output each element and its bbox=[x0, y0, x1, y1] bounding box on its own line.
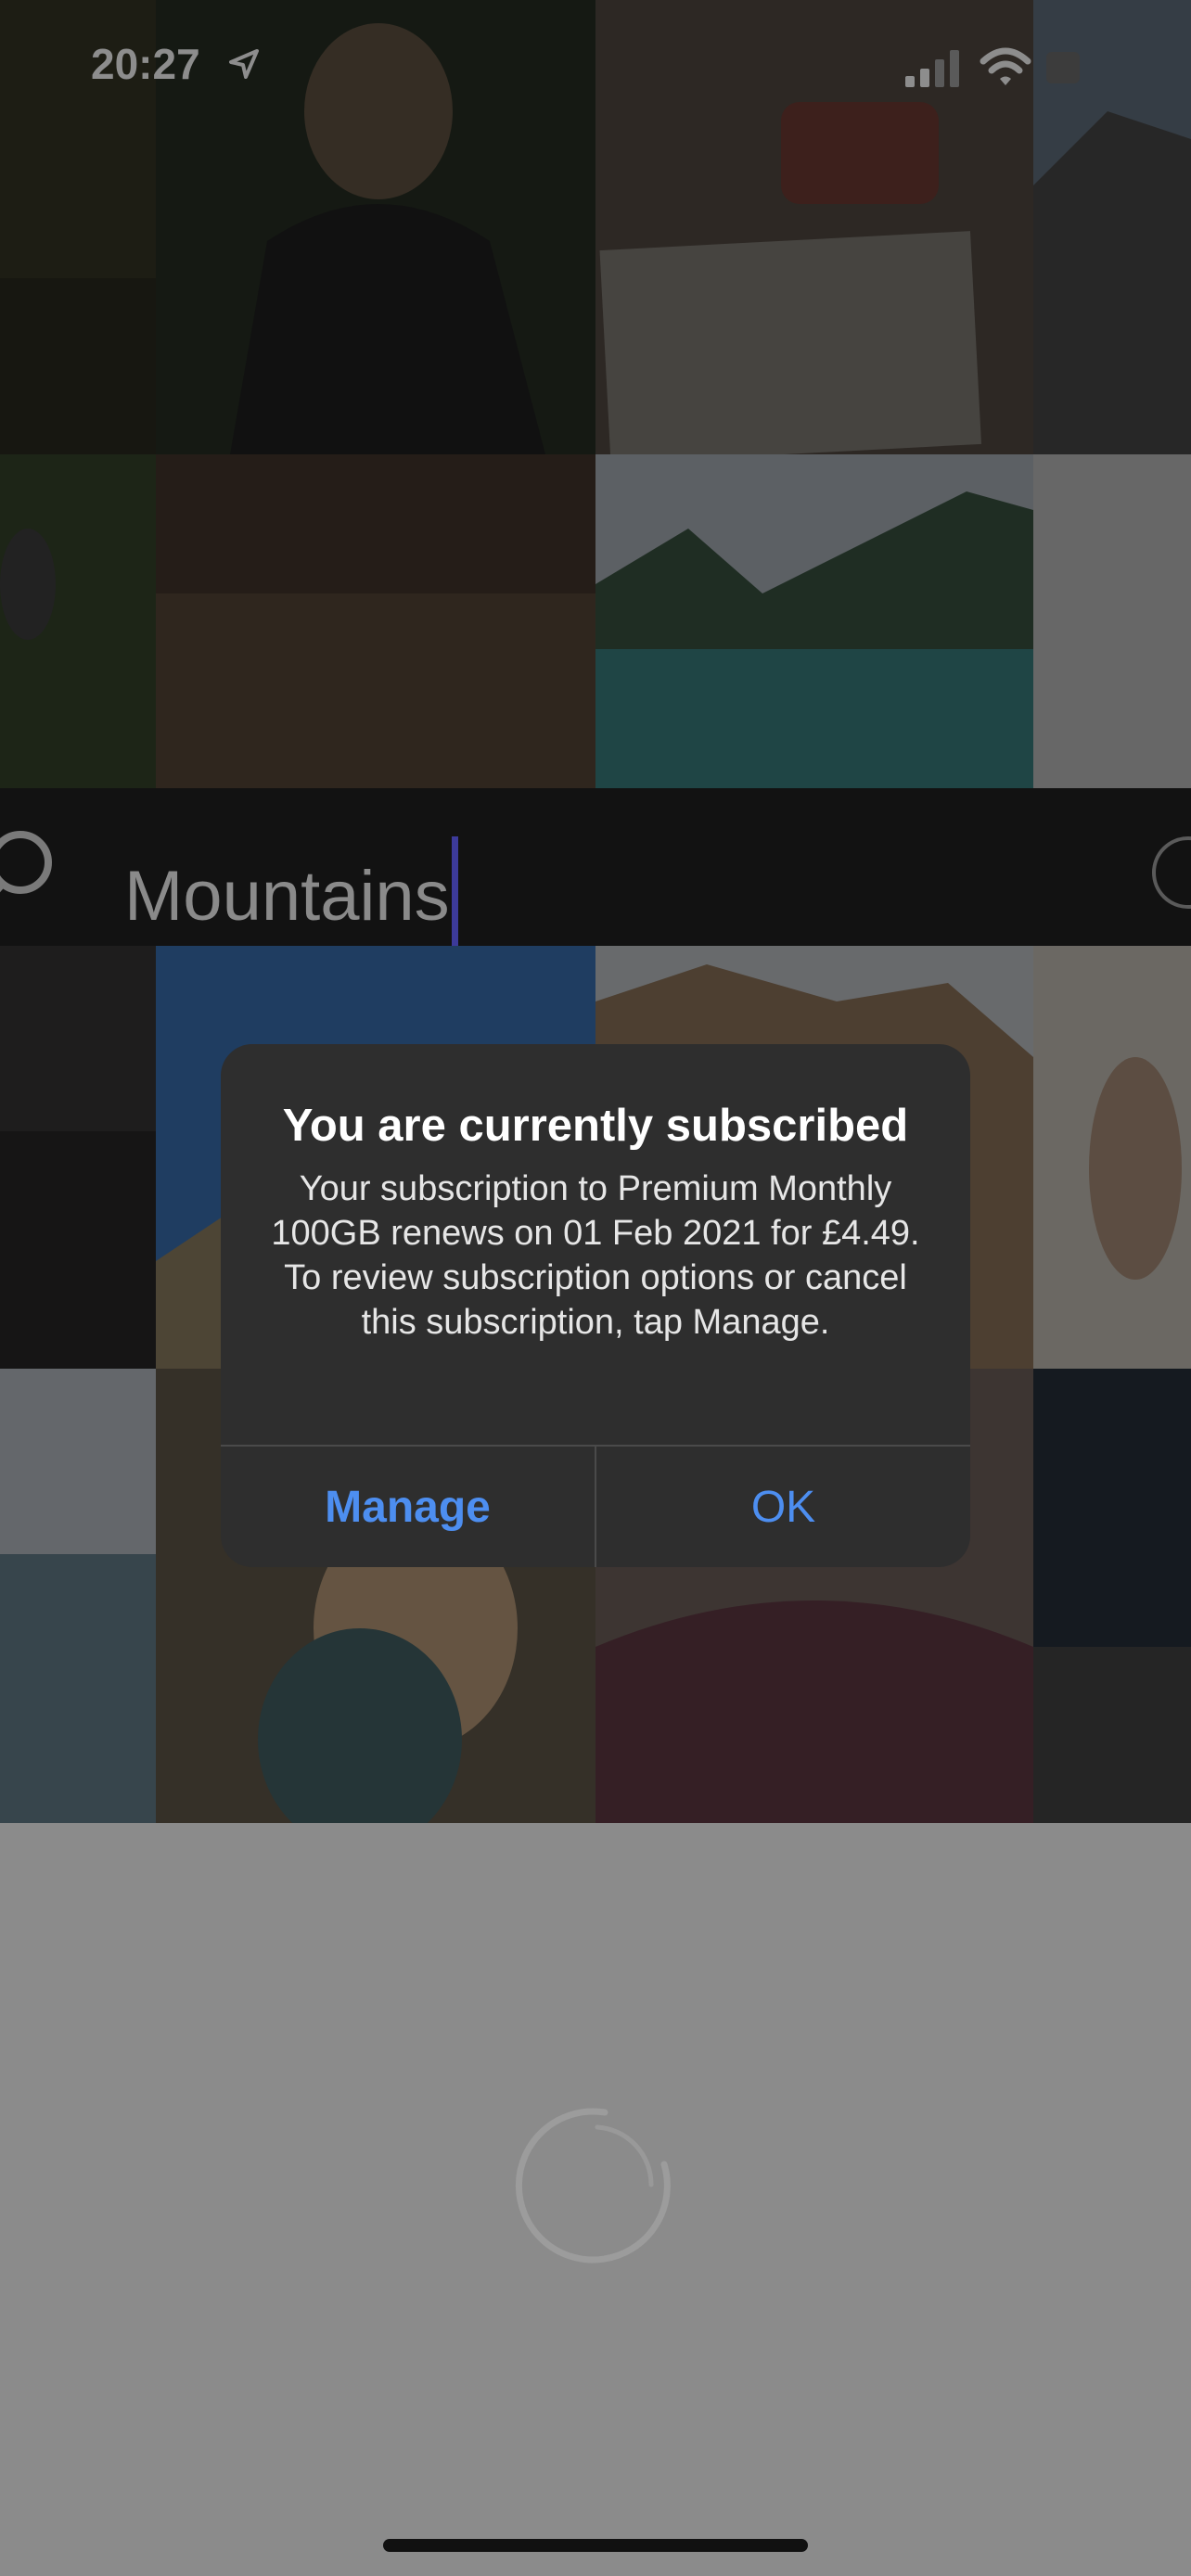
search-query: Mountains bbox=[124, 857, 450, 936]
wifi-icon bbox=[980, 47, 1031, 85]
battery-icon bbox=[1046, 52, 1080, 83]
location-arrow-icon bbox=[229, 49, 259, 79]
ok-button[interactable]: OK bbox=[596, 1447, 970, 1567]
text-cursor bbox=[451, 836, 458, 946]
search-input[interactable]: Mountains bbox=[124, 836, 458, 946]
subscription-alert: You are currently subscribed Your subscr… bbox=[221, 1044, 970, 1567]
search-bar[interactable]: Mountains bbox=[0, 788, 1191, 946]
app-screen: Mountains 20:27 You are currently subscr… bbox=[0, 0, 1191, 2576]
manage-button[interactable]: Manage bbox=[221, 1447, 595, 1567]
spinner-icon bbox=[515, 2108, 671, 2264]
alert-title: You are currently subscribed bbox=[282, 1101, 909, 1151]
home-indicator[interactable] bbox=[383, 2539, 808, 2552]
search-icon[interactable] bbox=[0, 825, 69, 909]
search-options-icon[interactable] bbox=[1152, 836, 1191, 909]
alert-message: Your subscription to Premium Monthly 100… bbox=[271, 1169, 920, 1342]
cellular-signal-icon bbox=[905, 50, 959, 87]
status-time: 20:27 bbox=[91, 40, 200, 88]
